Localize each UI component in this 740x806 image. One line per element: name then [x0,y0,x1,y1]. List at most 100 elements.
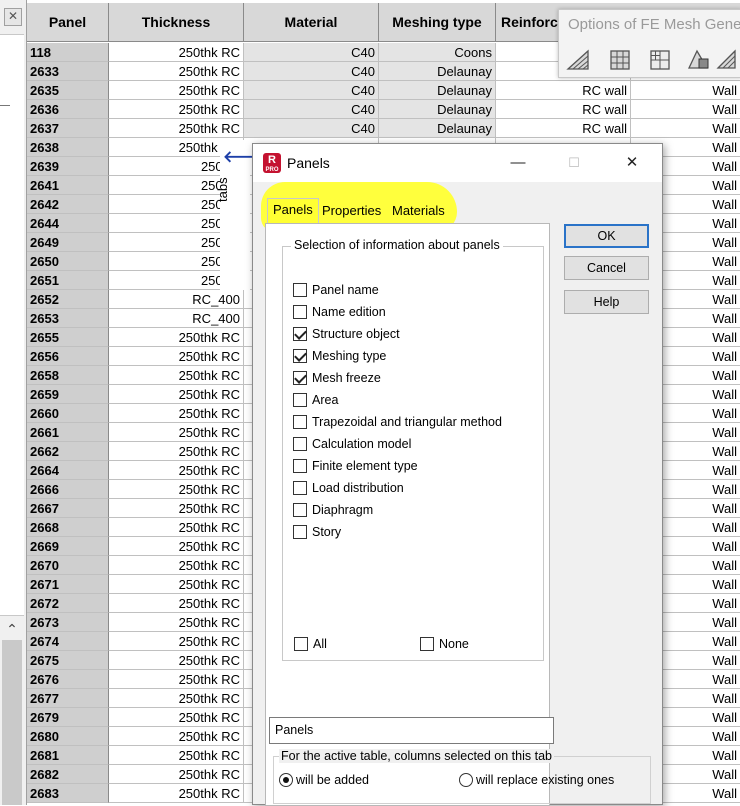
cell-panel[interactable]: 2641 [27,176,109,195]
cell-thickness[interactable]: 250thk RC [109,385,244,404]
help-button[interactable]: Help [564,290,649,314]
cell-panel[interactable]: 2681 [27,746,109,765]
cell-type[interactable]: Wall [631,81,740,100]
radio-added-button[interactable] [279,773,293,787]
checkbox-item[interactable]: Story [293,523,341,541]
checkbox[interactable] [293,349,307,363]
checkbox[interactable] [293,415,307,429]
cell-thickness[interactable]: 250thk RC [109,328,244,347]
checkbox[interactable] [293,503,307,517]
column-header-material[interactable]: Material [244,3,379,42]
cell-panel[interactable]: 2635 [27,81,109,100]
cell-thickness[interactable]: 250thk RC [109,670,244,689]
cell-panel[interactable]: 2636 [27,100,109,119]
checkbox-item[interactable]: Area [293,391,338,409]
cell-panel[interactable]: 118 [27,43,109,62]
all-checkbox[interactable]: All [294,635,327,653]
cell-thickness[interactable]: 250thk RC [109,784,244,803]
cell-panel[interactable]: 2637 [27,119,109,138]
cell-panel[interactable]: 2662 [27,442,109,461]
cell-thickness[interactable]: 250thk RC [109,499,244,518]
cell-panel[interactable]: 2658 [27,366,109,385]
cell-panel[interactable]: 2671 [27,575,109,594]
ok-button[interactable]: OK [564,224,649,248]
checkbox[interactable] [293,393,307,407]
mesh-grid-icon[interactable] [607,48,633,72]
cell-thickness[interactable]: 250thk RC [109,537,244,556]
cell-thickness[interactable]: 250thk RC [109,461,244,480]
cell-thickness[interactable]: 250thk RC [109,119,244,138]
checkbox[interactable] [293,305,307,319]
cell-thickness[interactable]: 250thk RC [109,613,244,632]
dialog-titlebar[interactable]: R PRO Panels — ☐ ✕ [253,144,662,182]
cell-thickness[interactable]: 250thk RC [109,746,244,765]
cell-material[interactable]: C40 [244,81,379,100]
mesh-triangle-icon[interactable] [565,48,591,72]
cell-reinforce[interactable]: RC wall [496,81,631,100]
name-input[interactable]: Panels [269,717,554,744]
cell-thickness[interactable]: 250thk RC [109,366,244,385]
radio-will-be-added[interactable]: will be added [279,773,369,787]
checkbox[interactable] [293,283,307,297]
checkbox-item[interactable]: Name edition [293,303,386,321]
checkbox-item[interactable]: Panel name [293,281,379,299]
all-checkbox-box[interactable] [294,637,308,651]
cell-thickness[interactable]: 250thk RC [109,765,244,784]
cell-thickness[interactable]: 250thk RC [109,81,244,100]
cell-panel[interactable]: 2649 [27,233,109,252]
cell-panel[interactable]: 2655 [27,328,109,347]
cell-panel[interactable]: 2639 [27,157,109,176]
cell-panel[interactable]: 2661 [27,423,109,442]
tab-panels[interactable]: Panels [267,198,319,223]
cell-material[interactable]: C40 [244,100,379,119]
checkbox[interactable] [293,525,307,539]
cell-panel[interactable]: 2653 [27,309,109,328]
radio-replace-button[interactable] [459,773,473,787]
checkbox[interactable] [293,371,307,385]
cell-panel[interactable]: 2670 [27,556,109,575]
cell-material[interactable]: C40 [244,62,379,81]
none-checkbox-box[interactable] [420,637,434,651]
checkbox[interactable] [293,437,307,451]
minimize-icon[interactable]: — [503,150,533,176]
cell-panel[interactable]: 2668 [27,518,109,537]
close-icon[interactable]: ✕ [4,8,22,26]
cell-thickness[interactable]: 250thk RC [109,347,244,366]
cell-panel[interactable]: 2677 [27,689,109,708]
cell-meshing-type[interactable]: Delaunay [379,100,496,119]
cell-thickness[interactable]: 250thk RC [109,556,244,575]
cell-thickness[interactable]: 250thk RC [109,480,244,499]
cell-panel[interactable]: 2673 [27,613,109,632]
radio-will-replace[interactable]: will replace existing ones [459,773,614,787]
cell-panel[interactable]: 2666 [27,480,109,499]
cell-thickness[interactable]: 250thk RC [109,100,244,119]
cell-reinforce[interactable]: RC wall [496,100,631,119]
checkbox-item[interactable]: Structure object [293,325,400,343]
cell-panel[interactable]: 2680 [27,727,109,746]
cell-panel[interactable]: 2651 [27,271,109,290]
cell-thickness[interactable]: 250thk RC [109,62,244,81]
cell-material[interactable]: C40 [244,43,379,62]
cell-thickness[interactable]: 250thk RC [109,442,244,461]
checkbox[interactable] [293,459,307,473]
cell-panel[interactable]: 2676 [27,670,109,689]
mesh-settings-icon[interactable] [715,48,740,72]
mesh-freeze-icon[interactable] [685,48,711,72]
checkbox[interactable] [293,481,307,495]
cell-panel[interactable]: 2679 [27,708,109,727]
cell-panel[interactable]: 2672 [27,594,109,613]
cell-meshing-type[interactable]: Delaunay [379,81,496,100]
cell-thickness[interactable]: 250thk RC [109,43,244,62]
chevron-up-icon[interactable]: ⌃ [0,620,24,638]
cell-thickness[interactable]: 250thk RC [109,594,244,613]
checkbox-item[interactable]: Diaphragm [293,501,373,519]
checkbox-item[interactable]: Meshing type [293,347,386,365]
cell-thickness[interactable]: 250thk RC [109,708,244,727]
cell-thickness[interactable]: 250thk RC [109,404,244,423]
cell-panel[interactable]: 2650 [27,252,109,271]
cell-reinforce[interactable]: RC wall [496,119,631,138]
cell-panel[interactable]: 2652 [27,290,109,309]
cell-meshing-type[interactable]: Delaunay [379,119,496,138]
cell-thickness[interactable]: RC_400 [109,290,244,309]
tab-properties[interactable]: Properties [317,200,386,222]
